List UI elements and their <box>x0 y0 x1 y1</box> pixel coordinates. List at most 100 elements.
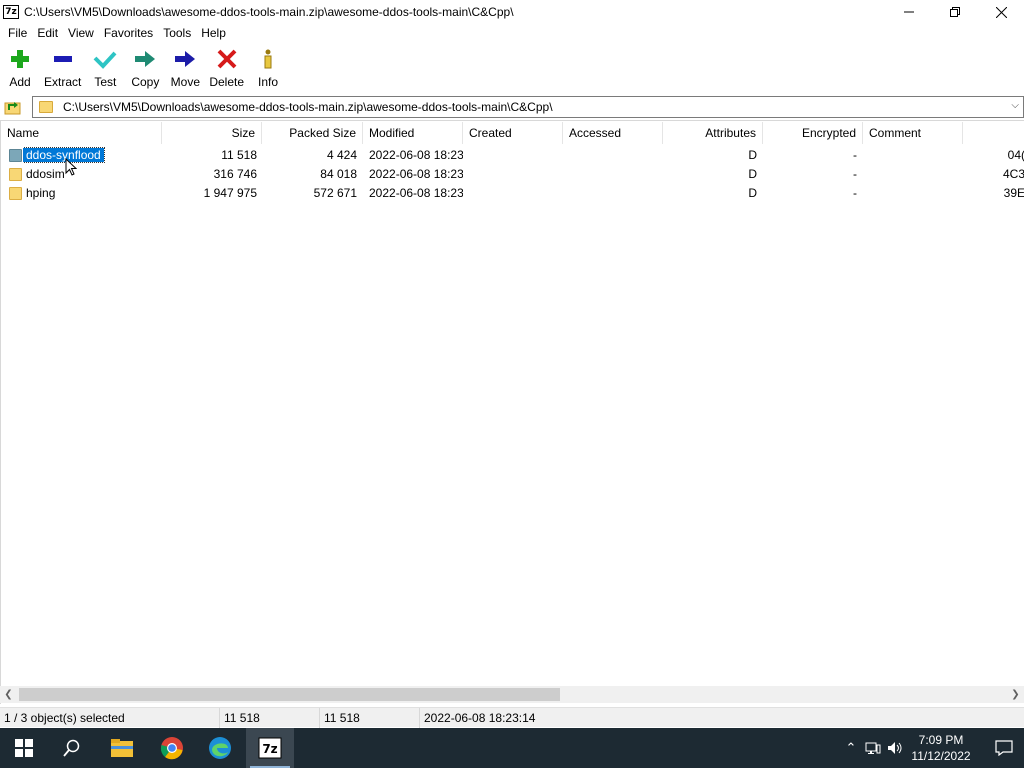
taskbar: 7z ⌃ 7:09 PM 11/12/2022 <box>0 728 1024 768</box>
file-name: ddosim <box>26 165 163 184</box>
check-icon <box>93 48 117 70</box>
column-packed-size[interactable]: Packed Size <box>262 122 363 144</box>
table-row[interactable]: hping 1 947 975 572 671 2022-06-08 18:23… <box>1 184 1024 203</box>
notification-icon <box>995 740 1013 756</box>
menu-edit[interactable]: Edit <box>32 24 63 42</box>
file-size: 1 947 975 <box>162 184 257 203</box>
edge-icon <box>208 736 232 760</box>
file-name: hping <box>26 184 163 203</box>
delete-button[interactable]: Delete <box>205 44 248 92</box>
column-encrypted[interactable]: Encrypted <box>763 122 863 144</box>
7zip-taskbar-button[interactable]: 7z <box>246 728 294 768</box>
status-modified: 2022-06-08 18:23:14 <box>420 708 620 728</box>
folder-icon <box>9 168 22 181</box>
window-controls <box>886 0 1024 24</box>
file-list[interactable]: Name Size Packed Size Modified Created A… <box>0 120 1024 704</box>
copy-arrow-icon <box>133 48 157 70</box>
folder-icon <box>9 149 22 162</box>
extract-button[interactable]: Extract <box>40 44 85 92</box>
add-label: Add <box>9 75 30 89</box>
search-icon <box>63 739 81 757</box>
column-name[interactable]: Name <box>1 122 162 144</box>
file-encrypted: - <box>763 184 857 203</box>
scroll-right-icon[interactable]: ❯ <box>1007 686 1024 703</box>
menu-tools[interactable]: Tools <box>158 24 196 42</box>
table-row[interactable]: ddosim 316 746 84 018 2022-06-08 18:23 D… <box>1 165 1024 184</box>
7zip-icon: 7z <box>258 737 282 759</box>
file-modified: 2022-06-08 18:23 <box>369 146 463 165</box>
scrollbar-thumb[interactable] <box>19 688 560 701</box>
volume-icon[interactable] <box>884 728 906 768</box>
horizontal-scrollbar[interactable]: ❮ ❯ <box>0 686 1024 703</box>
restore-icon <box>950 7 960 17</box>
menu-file[interactable]: File <box>3 24 32 42</box>
info-icon <box>256 48 280 70</box>
file-crc: 04( <box>963 146 1024 165</box>
system-tray: ⌃ 7:09 PM 11/12/2022 <box>840 728 1024 768</box>
close-button[interactable] <box>978 0 1024 24</box>
move-button[interactable]: Move <box>165 44 205 92</box>
7zip-app-icon: 7z <box>3 5 19 19</box>
clock-date: 11/12/2022 <box>906 748 976 764</box>
chrome-button[interactable] <box>148 728 196 768</box>
info-button[interactable]: Info <box>248 44 288 92</box>
file-attributes: D <box>663 184 757 203</box>
up-folder-button[interactable] <box>2 96 24 118</box>
file-encrypted: - <box>763 165 857 184</box>
edge-button[interactable] <box>196 728 244 768</box>
windows-start-icon <box>15 739 33 757</box>
address-input[interactable]: C:\Users\VM5\Downloads\awesome-ddos-tool… <box>32 96 1024 118</box>
column-comment[interactable]: Comment <box>863 122 963 144</box>
search-button[interactable] <box>48 728 96 768</box>
clock[interactable]: 7:09 PM 11/12/2022 <box>906 732 976 764</box>
file-size: 316 746 <box>162 165 257 184</box>
file-attributes: D <box>663 165 757 184</box>
menu-favorites[interactable]: Favorites <box>99 24 158 42</box>
menu-view[interactable]: View <box>63 24 99 42</box>
file-packed-size: 84 018 <box>262 165 357 184</box>
file-modified: 2022-06-08 18:23 <box>369 184 463 203</box>
svg-text:7z: 7z <box>262 742 277 756</box>
minimize-button[interactable] <box>886 0 932 24</box>
column-created[interactable]: Created <box>463 122 563 144</box>
column-attributes[interactable]: Attributes <box>663 122 763 144</box>
folder-icon <box>39 101 53 113</box>
plus-icon <box>8 48 32 70</box>
copy-label: Copy <box>131 75 159 89</box>
move-arrow-icon <box>173 48 197 70</box>
network-icon[interactable] <box>862 728 884 768</box>
delete-label: Delete <box>209 75 244 89</box>
toolbar: Add Extract Test Copy Move Delete Info <box>0 44 288 92</box>
menu-bar: File Edit View Favorites Tools Help <box>0 24 1024 42</box>
title-bar: 7z C:\Users\VM5\Downloads\awesome-ddos-t… <box>0 0 1024 24</box>
column-crc[interactable] <box>963 122 1024 144</box>
extract-label: Extract <box>44 75 81 89</box>
clock-time: 7:09 PM <box>906 732 976 748</box>
table-row[interactable]: ddos-synflood 11 518 4 424 2022-06-08 18… <box>1 146 1024 165</box>
start-button[interactable] <box>0 728 48 768</box>
status-packed: 11 518 <box>320 708 420 728</box>
move-label: Move <box>171 75 200 89</box>
file-packed-size: 4 424 <box>262 146 357 165</box>
file-name: ddos-synflood <box>23 148 104 162</box>
restore-button[interactable] <box>932 0 978 24</box>
column-accessed[interactable]: Accessed <box>563 122 663 144</box>
mouse-cursor-icon <box>65 158 77 176</box>
file-size: 11 518 <box>162 146 257 165</box>
add-button[interactable]: Add <box>0 44 40 92</box>
column-size[interactable]: Size <box>162 122 262 144</box>
minimize-icon <box>904 7 914 17</box>
file-packed-size: 572 671 <box>262 184 357 203</box>
test-button[interactable]: Test <box>85 44 125 92</box>
file-crc: 4C3 <box>963 165 1024 184</box>
scroll-left-icon[interactable]: ❮ <box>0 686 17 703</box>
chevron-down-icon[interactable]: ⌵ <box>1011 100 1019 111</box>
copy-button[interactable]: Copy <box>125 44 165 92</box>
file-explorer-button[interactable] <box>98 728 146 768</box>
column-modified[interactable]: Modified <box>363 122 463 144</box>
chevron-up-icon[interactable]: ⌃ <box>840 728 862 768</box>
menu-help[interactable]: Help <box>196 24 231 42</box>
file-encrypted: - <box>763 146 857 165</box>
chrome-icon <box>160 736 184 760</box>
notifications-button[interactable] <box>984 728 1024 768</box>
